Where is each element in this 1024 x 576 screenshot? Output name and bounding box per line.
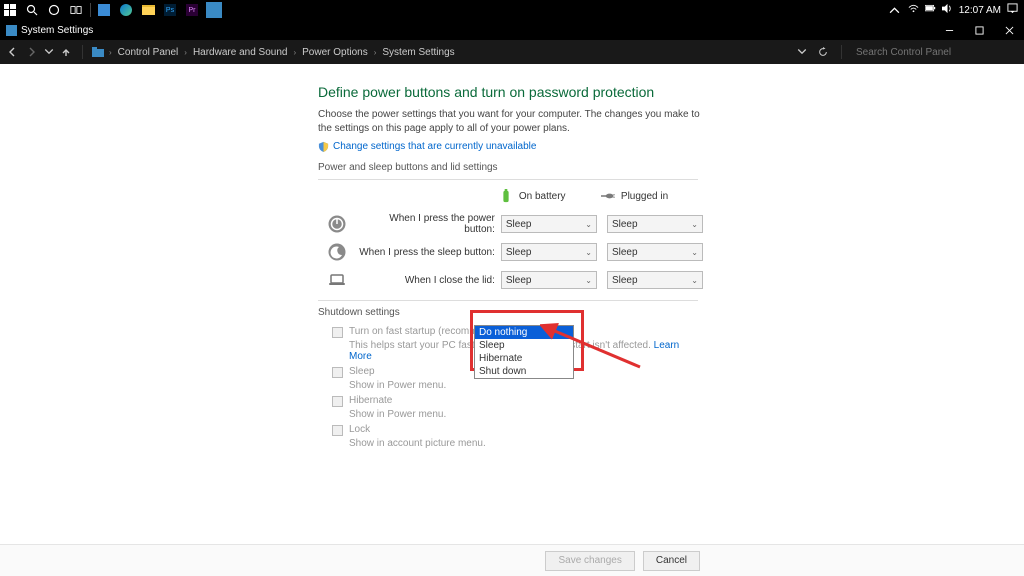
sleep-chk-label: Sleep bbox=[349, 366, 375, 377]
dropdown-option-hibernate[interactable]: Hibernate bbox=[475, 352, 573, 365]
button-bar: Save changes Cancel bbox=[0, 544, 1024, 576]
taskbar-right: 12:07 AM bbox=[888, 0, 1024, 20]
maximize-button[interactable] bbox=[964, 20, 994, 40]
wifi-icon[interactable] bbox=[908, 3, 919, 17]
close-lid-battery-dropdown[interactable]: Do nothing Sleep Hibernate Shut down bbox=[474, 325, 574, 379]
change-unavailable-link[interactable]: Change settings that are currently unava… bbox=[333, 141, 536, 152]
ps-icon[interactable]: Ps bbox=[160, 0, 180, 20]
power-icon bbox=[328, 215, 346, 233]
battery-icon[interactable] bbox=[925, 3, 936, 17]
power-button-battery-select[interactable]: Sleep⌄ bbox=[501, 215, 597, 233]
search-input[interactable] bbox=[850, 42, 1020, 62]
sleep-checkbox[interactable] bbox=[332, 367, 343, 378]
dropdown-option-do-nothing[interactable]: Do nothing bbox=[475, 326, 573, 339]
tray-chevron-icon[interactable] bbox=[888, 0, 902, 20]
back-button[interactable] bbox=[4, 44, 20, 60]
window-title: System Settings bbox=[21, 25, 93, 36]
minimize-button[interactable] bbox=[934, 20, 964, 40]
separator bbox=[82, 45, 83, 59]
sleep-button-plugged-select[interactable]: Sleep⌄ bbox=[607, 243, 703, 261]
on-battery-header: On battery bbox=[499, 189, 601, 203]
sleep-button-label: When I press the sleep button: bbox=[356, 247, 501, 258]
divider bbox=[318, 300, 698, 301]
close-lid-label: When I close the lid: bbox=[356, 275, 501, 286]
hibernate-chk-desc: Show in Power menu. bbox=[349, 409, 703, 420]
fast-startup-checkbox[interactable] bbox=[332, 327, 343, 338]
clock[interactable]: 12:07 AM bbox=[959, 5, 1001, 16]
taskview-icon[interactable] bbox=[66, 0, 86, 20]
column-headers: On battery Plugged in bbox=[318, 182, 703, 210]
crumb-0[interactable]: Control Panel bbox=[114, 47, 183, 58]
search-icon[interactable] bbox=[22, 0, 42, 20]
refresh-button[interactable] bbox=[813, 44, 833, 60]
sleep-button-battery-select[interactable]: Sleep⌄ bbox=[501, 243, 597, 261]
buttons-section-title: Power and sleep buttons and lid settings bbox=[318, 162, 703, 173]
save-button[interactable]: Save changes bbox=[545, 551, 634, 571]
taskbar-left: Ps Pr bbox=[0, 0, 224, 20]
cortana-icon[interactable] bbox=[44, 0, 64, 20]
power-button-label: When I press the power button: bbox=[356, 213, 501, 235]
power-button-row: When I press the power button: Sleep⌄ Sl… bbox=[318, 210, 703, 238]
taskbar: Ps Pr 12:07 AM bbox=[0, 0, 1024, 20]
address-bar: › Control Panel › Hardware and Sound › P… bbox=[0, 40, 1024, 64]
forward-button[interactable] bbox=[24, 44, 40, 60]
battery-icon bbox=[499, 189, 513, 203]
power-button-plugged-select[interactable]: Sleep⌄ bbox=[607, 215, 703, 233]
hibernate-chk-label: Hibernate bbox=[349, 395, 392, 406]
start-button[interactable] bbox=[0, 0, 20, 20]
plug-icon bbox=[601, 189, 615, 203]
sleep-chk-desc: Show in Power menu. bbox=[349, 380, 703, 391]
window-titlebar: System Settings bbox=[0, 20, 1024, 40]
cancel-button[interactable]: Cancel bbox=[643, 551, 700, 571]
content-area: Define power buttons and turn on passwor… bbox=[0, 64, 1024, 544]
breadcrumb[interactable]: › Control Panel › Hardware and Sound › P… bbox=[109, 47, 791, 58]
recent-dropdown[interactable] bbox=[44, 44, 54, 60]
hibernate-checkbox[interactable] bbox=[332, 396, 343, 407]
up-button[interactable] bbox=[58, 44, 74, 60]
laptop-icon bbox=[328, 271, 346, 289]
explorer-icon[interactable] bbox=[138, 0, 158, 20]
plugged-in-header: Plugged in bbox=[601, 189, 703, 203]
active-app-icon[interactable] bbox=[204, 0, 224, 20]
moon-icon bbox=[328, 243, 346, 261]
notifications-icon[interactable] bbox=[1007, 3, 1018, 17]
page-description: Choose the power settings that you want … bbox=[318, 108, 703, 135]
crumb-2[interactable]: Power Options bbox=[298, 47, 372, 58]
divider bbox=[318, 179, 698, 180]
app-1-icon[interactable] bbox=[94, 0, 114, 20]
shutdown-section-title: Shutdown settings bbox=[318, 307, 703, 318]
close-lid-row: When I close the lid: Sleep⌄ Sleep⌄ bbox=[318, 266, 703, 294]
volume-icon[interactable] bbox=[942, 3, 953, 17]
lock-chk-label: Lock bbox=[349, 424, 370, 435]
taskbar-separator bbox=[88, 0, 92, 20]
lock-checkbox[interactable] bbox=[332, 425, 343, 436]
address-dropdown[interactable] bbox=[795, 44, 809, 60]
close-lid-battery-select[interactable]: Sleep⌄ bbox=[501, 271, 597, 289]
shield-icon bbox=[318, 141, 329, 152]
crumb-1[interactable]: Hardware and Sound bbox=[189, 47, 292, 58]
separator bbox=[841, 45, 842, 59]
page-title: Define power buttons and turn on passwor… bbox=[318, 84, 703, 100]
dropdown-option-sleep[interactable]: Sleep bbox=[475, 339, 573, 352]
sleep-button-row: When I press the sleep button: Sleep⌄ Sl… bbox=[318, 238, 703, 266]
location-icon bbox=[91, 45, 105, 59]
close-lid-plugged-select[interactable]: Sleep⌄ bbox=[607, 271, 703, 289]
close-button[interactable] bbox=[994, 20, 1024, 40]
crumb-3[interactable]: System Settings bbox=[378, 47, 458, 58]
dropdown-option-shut-down[interactable]: Shut down bbox=[475, 365, 573, 378]
pr-icon[interactable]: Pr bbox=[182, 0, 202, 20]
edge-icon[interactable] bbox=[116, 0, 136, 20]
lock-chk-desc: Show in account picture menu. bbox=[349, 438, 703, 449]
